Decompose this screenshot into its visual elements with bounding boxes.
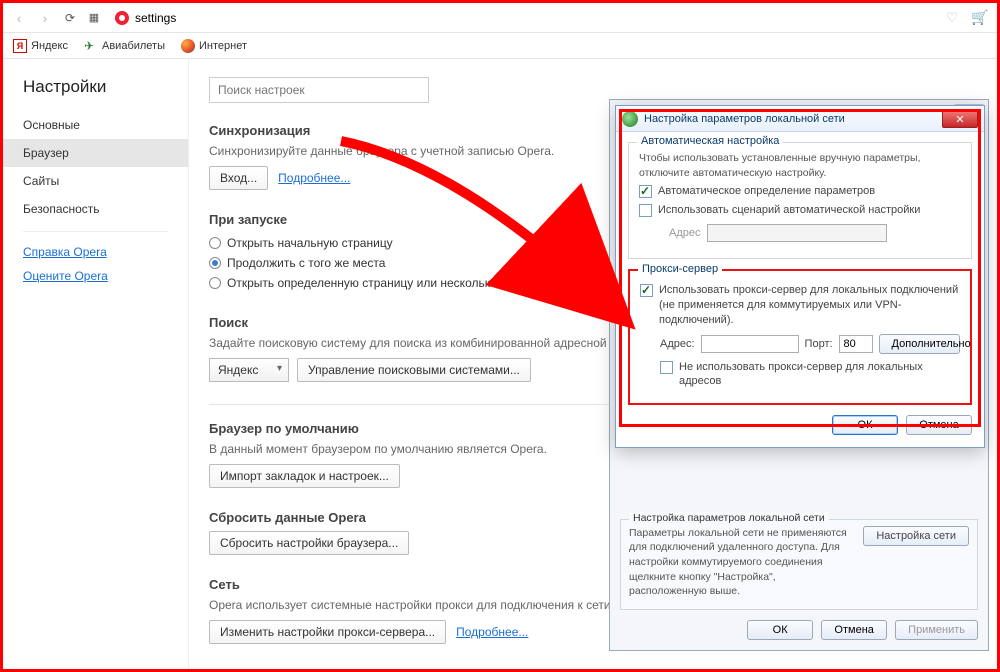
radio-label: Открыть начальную страницу bbox=[227, 236, 393, 250]
opera-icon bbox=[115, 11, 129, 25]
checkbox-label: Автоматическое определение параметров bbox=[658, 184, 875, 199]
auto-hint: Чтобы использовать установленные вручную… bbox=[639, 151, 961, 180]
address-bar[interactable] bbox=[109, 7, 935, 29]
settings-sidebar: Настройки Основные Браузер Сайты Безопас… bbox=[3, 59, 189, 669]
change-proxy-button[interactable]: Изменить настройки прокси-сервера... bbox=[209, 620, 446, 644]
group-legend: Прокси-сервер bbox=[638, 263, 722, 275]
reload-button[interactable]: ⟳ bbox=[61, 11, 79, 25]
manage-search-button[interactable]: Управление поисковыми системами... bbox=[297, 358, 531, 382]
address-input[interactable] bbox=[135, 11, 935, 25]
close-icon[interactable]: ✕ bbox=[942, 110, 978, 128]
checkbox-label: Использовать прокси-сервер для локальных… bbox=[659, 283, 960, 328]
use-proxy-checkbox[interactable] bbox=[640, 284, 653, 297]
plane-icon: ✈ bbox=[84, 39, 98, 53]
use-script-checkbox[interactable] bbox=[639, 204, 652, 217]
globe-icon bbox=[622, 111, 638, 127]
checkbox-label: Не использовать прокси-сервер для локаль… bbox=[679, 360, 960, 390]
rate-link[interactable]: Оцените Opera bbox=[23, 269, 108, 283]
parent-cancel-button[interactable]: Отмена bbox=[821, 620, 887, 640]
proxy-server-group: Прокси-сервер Использовать прокси-сервер… bbox=[628, 269, 972, 405]
parent-apply-button[interactable]: Применить bbox=[895, 620, 978, 640]
script-address-label: Адрес bbox=[669, 227, 701, 239]
bookmark-avia[interactable]: ✈ Авиабилеты bbox=[84, 39, 165, 53]
lan-settings-dialog: Настройка параметров локальной сети ✕ Ав… bbox=[615, 105, 985, 448]
settings-search-input[interactable] bbox=[209, 77, 429, 103]
bookmark-yandex[interactable]: Я Яндекс bbox=[13, 39, 68, 53]
auto-config-group: Автоматическая настройка Чтобы использов… bbox=[628, 142, 972, 259]
dialog-title: Настройка параметров локальной сети bbox=[644, 113, 942, 125]
bypass-local-checkbox[interactable] bbox=[660, 361, 673, 374]
firefox-icon bbox=[181, 39, 195, 53]
proxy-advanced-button[interactable]: Дополнительно bbox=[879, 334, 960, 354]
radio-icon bbox=[209, 257, 221, 269]
radio-icon bbox=[209, 237, 221, 249]
group-legend: Автоматическая настройка bbox=[637, 135, 783, 147]
radio-label: Открыть определенную страницу или нескол… bbox=[227, 276, 545, 290]
browser-toolbar: ‹ › ⟳ ▦ ♡ 🛒 bbox=[3, 3, 997, 33]
dialog-titlebar[interactable]: Настройка параметров локальной сети ✕ bbox=[616, 106, 984, 132]
lan-cancel-button[interactable]: Отмена bbox=[906, 415, 972, 435]
sync-login-button[interactable]: Вход... bbox=[209, 166, 268, 190]
help-link[interactable]: Справка Opera bbox=[23, 245, 107, 259]
reset-browser-button[interactable]: Сбросить настройки браузера... bbox=[209, 531, 409, 555]
bookmark-label: Яндекс bbox=[31, 40, 68, 52]
forward-button[interactable]: › bbox=[35, 10, 55, 26]
sidebar-item-sites[interactable]: Сайты bbox=[3, 167, 188, 195]
group-legend: Настройка параметров локальной сети bbox=[629, 512, 829, 524]
auto-detect-checkbox[interactable] bbox=[639, 185, 652, 198]
parent-ok-button[interactable]: ОК bbox=[747, 620, 813, 640]
sidebar-item-security[interactable]: Безопасность bbox=[3, 195, 188, 223]
page-title: Настройки bbox=[3, 77, 188, 111]
radio-label: Продолжить с того же места bbox=[227, 256, 385, 270]
script-address-input bbox=[707, 224, 887, 242]
speed-dial-button[interactable]: ▦ bbox=[85, 11, 103, 24]
lan-hint-text: Параметры локальной сети не применяются … bbox=[629, 526, 853, 599]
sidebar-item-basic[interactable]: Основные bbox=[3, 111, 188, 139]
bookmark-label: Авиабилеты bbox=[102, 40, 165, 52]
back-button[interactable]: ‹ bbox=[9, 10, 29, 26]
bookmark-internet[interactable]: Интернет bbox=[181, 39, 247, 53]
bookmark-heart-icon[interactable]: ♡ bbox=[941, 9, 963, 26]
sidebar-separator bbox=[23, 231, 168, 232]
app-frame: ‹ › ⟳ ▦ ♡ 🛒 Я Яндекс ✈ Авиабилеты Интерн… bbox=[0, 0, 1000, 672]
proxy-address-label: Адрес: bbox=[660, 338, 695, 350]
checkbox-label: Использовать сценарий автоматической нас… bbox=[658, 203, 920, 218]
bookmarks-bar: Я Яндекс ✈ Авиабилеты Интернет bbox=[3, 33, 997, 59]
network-more-link[interactable]: Подробнее... bbox=[456, 625, 528, 639]
proxy-port-label: Порт: bbox=[805, 338, 833, 350]
proxy-address-input[interactable] bbox=[701, 335, 799, 353]
lan-settings-group: Настройка параметров локальной сети Пара… bbox=[620, 519, 978, 610]
lan-settings-button[interactable]: Настройка сети bbox=[863, 526, 969, 546]
search-engine-select[interactable]: Яндекс bbox=[209, 358, 289, 382]
import-bookmarks-button[interactable]: Импорт закладок и настроек... bbox=[209, 464, 400, 488]
sidebar-item-browser[interactable]: Браузер bbox=[3, 139, 188, 167]
sync-more-link[interactable]: Подробнее... bbox=[278, 171, 350, 185]
radio-icon bbox=[209, 277, 221, 289]
yandex-icon: Я bbox=[13, 39, 27, 53]
proxy-port-input[interactable] bbox=[839, 335, 873, 353]
lan-ok-button[interactable]: ОК bbox=[832, 415, 898, 435]
shopping-cart-icon[interactable]: 🛒 bbox=[969, 9, 991, 26]
bookmark-label: Интернет bbox=[199, 40, 247, 52]
